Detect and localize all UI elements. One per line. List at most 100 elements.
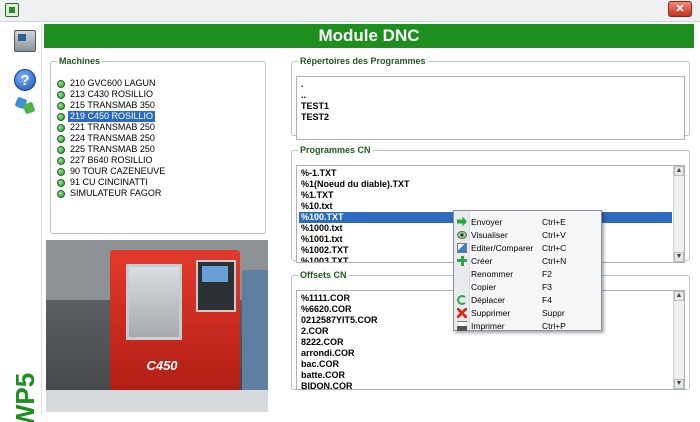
- machine-item-label: 213 C430 ROSILLIO: [70, 89, 154, 99]
- machine-item[interactable]: 219 C450 ROSILLIO: [57, 111, 251, 122]
- machine-item-label: 215 TRANSMAB 350: [70, 100, 155, 110]
- machine-item-label: 225 TRANSMAB 250: [70, 144, 155, 154]
- context-menu-shortcut: Ctrl+P: [542, 320, 566, 331]
- context-menu-label: Déplacer: [471, 294, 506, 305]
- programmes-legend: Programmes CN: [300, 145, 371, 155]
- machine-item-label: 91 CU CINCINATTI: [70, 177, 148, 187]
- offsets-legend: Offsets CN: [300, 270, 347, 280]
- machine-item[interactable]: 91 CU CINCINATTI: [57, 177, 251, 188]
- machine-photo: C450: [46, 240, 268, 412]
- delete-icon: [457, 307, 467, 318]
- list-item[interactable]: ..: [299, 90, 672, 101]
- list-item[interactable]: TEST2: [299, 112, 672, 123]
- help-icon[interactable]: ?: [14, 69, 36, 91]
- machine-status-icon: [57, 123, 65, 132]
- scroll-up-icon[interactable]: ▲: [674, 291, 684, 301]
- machine-item[interactable]: 213 C430 ROSILLIO: [57, 89, 251, 100]
- context-menu-shortcut: F4: [542, 294, 552, 305]
- machine-status-icon: [57, 156, 65, 165]
- context-menu-shortcut: F3: [542, 281, 552, 292]
- machine-item-label: 227 B640 ROSILLIO: [70, 155, 153, 165]
- context-menu-item[interactable]: Editer/Comparer Ctrl+C: [454, 241, 603, 254]
- machine-item[interactable]: 210 GVC600 LAGUN: [57, 78, 251, 89]
- repertoires-listbox[interactable]: ... TEST1 TEST2: [296, 76, 685, 140]
- page-title: Module DNC: [44, 24, 694, 48]
- machine-item[interactable]: SIMULATEUR FAGOR: [57, 188, 251, 199]
- context-menu-shortcut: Ctrl+N: [542, 255, 567, 266]
- brand-logo: WP5: [10, 368, 40, 422]
- machines-group: Machines 210 GVC600 LAGUN 213 C430 ROSILL…: [50, 56, 266, 234]
- printer-icon: [457, 320, 467, 331]
- eye-icon: [457, 231, 467, 239]
- app-icon: [5, 3, 19, 17]
- scroll-up-icon[interactable]: ▲: [674, 166, 684, 176]
- machine-item-label: 210 GVC600 LAGUN: [70, 78, 156, 88]
- list-item[interactable]: .: [299, 79, 672, 90]
- offsets-scrollbar[interactable]: ▲ ▼: [673, 291, 684, 389]
- list-item[interactable]: batte.COR: [299, 370, 672, 381]
- close-button[interactable]: ✕: [668, 1, 692, 17]
- context-menu-shortcut: Ctrl+E: [542, 216, 566, 227]
- machine-item-label: SIMULATEUR FAGOR: [70, 188, 162, 198]
- plus-icon: [457, 255, 467, 266]
- list-item[interactable]: %1(Noeud du diable).TXT: [299, 179, 672, 190]
- machine-item-label: 221 TRANSMAB 250: [70, 122, 155, 132]
- machine-list: 210 GVC600 LAGUN 213 C430 ROSILLIO 215 TRA…: [57, 78, 251, 199]
- context-menu-label: Envoyer: [471, 216, 503, 227]
- context-menu-item[interactable]: Imprimer Ctrl+P: [454, 319, 603, 332]
- list-item[interactable]: 8222.COR: [299, 337, 672, 348]
- machine-item-label: 224 TRANSMAB 250: [70, 133, 155, 143]
- machine-status-icon: [57, 178, 65, 187]
- machine-status-icon: [57, 79, 65, 88]
- context-menu-label: Imprimer: [471, 320, 505, 331]
- machine-icon[interactable]: [14, 30, 36, 52]
- list-item[interactable]: TEST1: [299, 101, 672, 112]
- network-icon[interactable]: [14, 94, 36, 116]
- context-menu-item[interactable]: Envoyer Ctrl+E: [454, 215, 603, 228]
- list-item[interactable]: bac.COR: [299, 359, 672, 370]
- context-menu-item[interactable]: Déplacer F4: [454, 293, 603, 306]
- move-icon: [457, 294, 467, 305]
- machine-item[interactable]: 224 TRANSMAB 250: [57, 133, 251, 144]
- scroll-down-icon[interactable]: ▼: [674, 379, 684, 389]
- machine-item-label: 219 C450 ROSILLIO: [68, 111, 156, 122]
- programmes-scrollbar[interactable]: ▲ ▼: [673, 166, 684, 262]
- machine-status-icon: [57, 134, 65, 143]
- machine-status-icon: [57, 101, 65, 110]
- machine-item[interactable]: 227 B640 ROSILLIO: [57, 155, 251, 166]
- machine-item[interactable]: 225 TRANSMAB 250: [57, 144, 251, 155]
- list-item[interactable]: arrondi.COR: [299, 348, 672, 359]
- machine-item[interactable]: 90 TOUR CAZENEUVE: [57, 166, 251, 177]
- machine-status-icon: [57, 90, 65, 99]
- left-toolbar: ? WP5: [6, 24, 42, 422]
- list-item[interactable]: BIDON.COR: [299, 381, 672, 389]
- context-menu-item[interactable]: Copier F3: [454, 280, 603, 293]
- machine-status-icon: [57, 145, 65, 154]
- machine-item-label: 90 TOUR CAZENEUVE: [70, 166, 166, 176]
- context-menu-shortcut: Ctrl+C: [542, 242, 567, 253]
- context-menu-label: Supprimer: [471, 307, 511, 318]
- context-menu-shortcut: F2: [542, 268, 552, 279]
- list-item[interactable]: %-1.TXT: [299, 168, 672, 179]
- context-menu-label: Créer: [471, 255, 493, 266]
- list-item[interactable]: %1.TXT: [299, 190, 672, 201]
- edit-icon: [457, 242, 467, 253]
- context-menu-label: Renommer: [471, 268, 514, 279]
- brand-label: WP5: [10, 372, 40, 422]
- arrow-right-icon: [457, 216, 467, 227]
- machine-item[interactable]: 215 TRANSMAB 350: [57, 100, 251, 111]
- context-menu-item[interactable]: Créer Ctrl+N: [454, 254, 603, 267]
- context-menu-item[interactable]: Supprimer Suppr: [454, 306, 603, 319]
- machine-status-icon: [57, 189, 65, 198]
- context-menu: Envoyer Ctrl+E Visualiser Ctrl+V Editer/Comp…: [453, 210, 602, 331]
- context-menu-shortcut: Suppr: [542, 307, 565, 318]
- context-menu-shortcut: Ctrl+V: [542, 229, 566, 240]
- machine-item[interactable]: 221 TRANSMAB 250: [57, 122, 251, 133]
- machine-status-icon: [57, 112, 65, 121]
- context-menu-item[interactable]: Renommer F2: [454, 267, 603, 280]
- repertoires-legend: Répertoires des Programmes: [300, 56, 426, 66]
- scroll-down-icon[interactable]: ▼: [674, 252, 684, 262]
- context-menu-item[interactable]: Visualiser Ctrl+V: [454, 228, 603, 241]
- context-menu-label: Copier: [471, 281, 497, 292]
- title-bar: ✕: [0, 0, 700, 22]
